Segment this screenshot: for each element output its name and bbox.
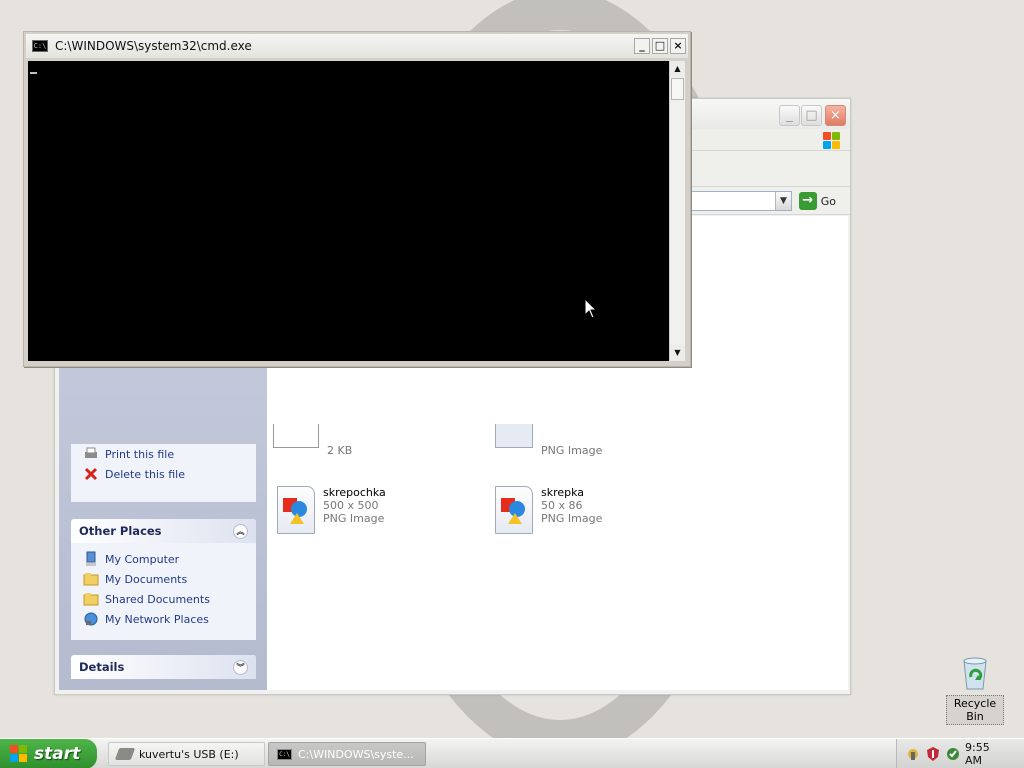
go-label: Go [820,194,836,208]
cmd-system-icon[interactable]: C:\ [32,40,48,52]
place-shared-documents[interactable]: Shared Documents [71,589,256,609]
task-delete-file[interactable]: Delete this file [71,464,256,484]
delete-x-icon [83,466,99,482]
tray-antivirus-icon[interactable] [945,746,961,762]
place-shared-documents-label: Shared Documents [105,592,210,606]
file-type: PNG Image [323,512,385,525]
start-button[interactable]: start [0,739,97,768]
other-places-header[interactable]: Other Places ︽ [71,519,256,543]
tray-network-icon[interactable] [905,746,921,762]
explorer-close-button[interactable]: × [825,105,846,126]
file-name: skrepka [541,486,585,499]
file-tasks-section: Print this file Delete this file [71,444,256,502]
mouse-pointer-icon [584,298,598,319]
go-button[interactable]: → Go [798,191,836,211]
taskbar-item-cmd-label: C:\WINDOWS\syste... [298,747,414,761]
shared-folder-icon [83,591,99,607]
place-my-documents-label: My Documents [105,572,188,586]
scrollbar-thumb[interactable] [671,78,684,100]
details-section: Details ︾ [71,655,256,679]
tray-clock[interactable]: 9:55 AM [965,741,1008,767]
png-image-icon [495,486,533,534]
details-title: Details [79,660,125,674]
file-dimensions: 50 x 86 [541,499,583,512]
file-size: 2 KB [327,444,353,457]
taskbar-item-usb[interactable]: kuvertu's USB (E:) [108,742,265,766]
computer-icon [83,551,99,567]
recycle-bin-icon [959,655,991,691]
file-dimensions: 500 x 500 [323,499,379,512]
other-places-section: Other Places ︽ My Computer My Documents [71,519,256,640]
scroll-down-arrow-icon[interactable]: ▼ [670,345,685,361]
task-print-file[interactable]: Print this file [71,444,256,464]
file-thumbnail-icon [273,424,319,448]
printer-icon [83,446,99,462]
details-header[interactable]: Details ︾ [71,655,256,679]
other-places-title: Other Places [79,524,162,538]
address-dropdown-button[interactable]: ▼ [775,192,791,210]
cmd-titlebar[interactable]: C:\ C:\WINDOWS\system32\cmd.exe _ □ × [26,34,688,58]
network-globe-icon [83,611,99,627]
file-item-skrepochka[interactable]: skrepochka 500 x 500 PNG Image [277,486,386,534]
scroll-up-arrow-icon[interactable]: ▲ [670,61,685,77]
file-item[interactable]: PNG Image [495,424,602,457]
tray-security-shield-icon[interactable] [925,746,941,762]
taskbar-item-cmd[interactable]: C:\ C:\WINDOWS\syste... [268,742,426,766]
file-item[interactable]: 2 KB [273,424,352,457]
cmd-taskbar-icon: C:\ [277,748,292,760]
file-name: skrepochka [323,486,386,499]
cmd-maximize-button[interactable]: □ [652,38,668,54]
task-print-label: Print this file [105,447,175,461]
cmd-window-title: C:\WINDOWS\system32\cmd.exe [55,39,252,53]
cmd-minimize-button[interactable]: _ [634,38,650,54]
text-cursor [30,72,37,74]
explorer-minimize-button[interactable]: _ [779,105,800,126]
windows-logo-icon [822,131,840,149]
system-tray: 9:55 AM [896,739,1024,768]
place-my-network-places[interactable]: My Network Places [71,609,256,629]
go-arrow-icon: → [798,192,817,210]
console-output-area[interactable] [28,61,669,361]
task-delete-label: Delete this file [105,467,185,481]
console-vertical-scrollbar[interactable]: ▲ ▼ [669,61,685,361]
usb-drive-icon [114,748,136,760]
png-file-icon [495,424,533,448]
collapse-chevron-icon[interactable]: ︽ [233,523,248,539]
place-my-network-label: My Network Places [105,612,209,626]
png-image-icon [277,486,315,534]
place-my-computer[interactable]: My Computer [71,549,256,569]
expand-chevron-icon[interactable]: ︾ [233,659,248,675]
folder-icon [83,571,99,587]
place-my-computer-label: My Computer [105,552,180,566]
taskbar-item-usb-label: kuvertu's USB (E:) [139,747,239,761]
start-label: start [34,744,81,764]
taskbar: start kuvertu's USB (E:) C:\ C:\WINDOWS\… [0,738,1024,768]
file-type: PNG Image [541,444,603,457]
file-type: PNG Image [541,512,603,525]
recycle-bin-desktop-icon[interactable]: Recycle Bin [946,655,1004,725]
place-my-documents[interactable]: My Documents [71,569,256,589]
recycle-bin-label: Recycle Bin [946,695,1004,725]
cmd-close-button[interactable]: × [670,38,686,54]
windows-flag-icon [10,745,28,763]
file-item-skrepka[interactable]: skrepka 50 x 86 PNG Image [495,486,602,534]
explorer-maximize-button[interactable]: □ [801,105,822,126]
